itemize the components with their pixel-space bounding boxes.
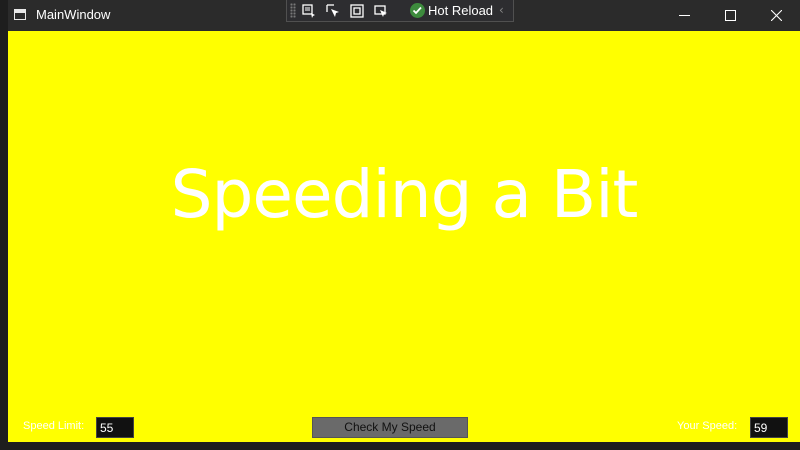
background-editor bbox=[0, 0, 8, 450]
window-title: MainWindow bbox=[36, 7, 111, 22]
collapse-chevron-icon[interactable]: ‹ bbox=[499, 3, 504, 17]
your-speed-input[interactable]: 59 bbox=[750, 417, 788, 438]
close-button[interactable] bbox=[754, 0, 800, 31]
speed-limit-input[interactable]: 55 bbox=[96, 417, 134, 438]
speed-limit-label: Speed Limit: bbox=[23, 420, 85, 432]
speed-status-message: Speeding a Bit bbox=[170, 156, 639, 233]
display-layout-adorners-icon[interactable] bbox=[349, 3, 365, 19]
main-window: MainWindow Hot Reload ‹ Speeding a Bit S… bbox=[8, 0, 800, 442]
content-area: Speeding a Bit Speed Limit: 55 Check My … bbox=[8, 31, 800, 442]
check-my-speed-button[interactable]: Check My Speed bbox=[312, 417, 468, 438]
select-element-icon[interactable] bbox=[325, 3, 341, 19]
title-bar: MainWindow Hot Reload ‹ bbox=[8, 0, 800, 31]
window-icon bbox=[14, 9, 26, 20]
hot-reload-label[interactable]: Hot Reload bbox=[428, 3, 493, 18]
xaml-devtools-toolbar: Hot Reload ‹ bbox=[286, 0, 514, 22]
hot-reload-status-icon bbox=[410, 3, 425, 18]
track-focused-element-icon[interactable] bbox=[373, 3, 389, 19]
maximize-button[interactable] bbox=[708, 0, 754, 31]
minimize-button[interactable] bbox=[662, 0, 708, 31]
your-speed-label: Your Speed: bbox=[677, 420, 738, 432]
live-visual-tree-icon[interactable] bbox=[301, 3, 317, 19]
toolbar-grip-icon[interactable] bbox=[290, 3, 296, 18]
